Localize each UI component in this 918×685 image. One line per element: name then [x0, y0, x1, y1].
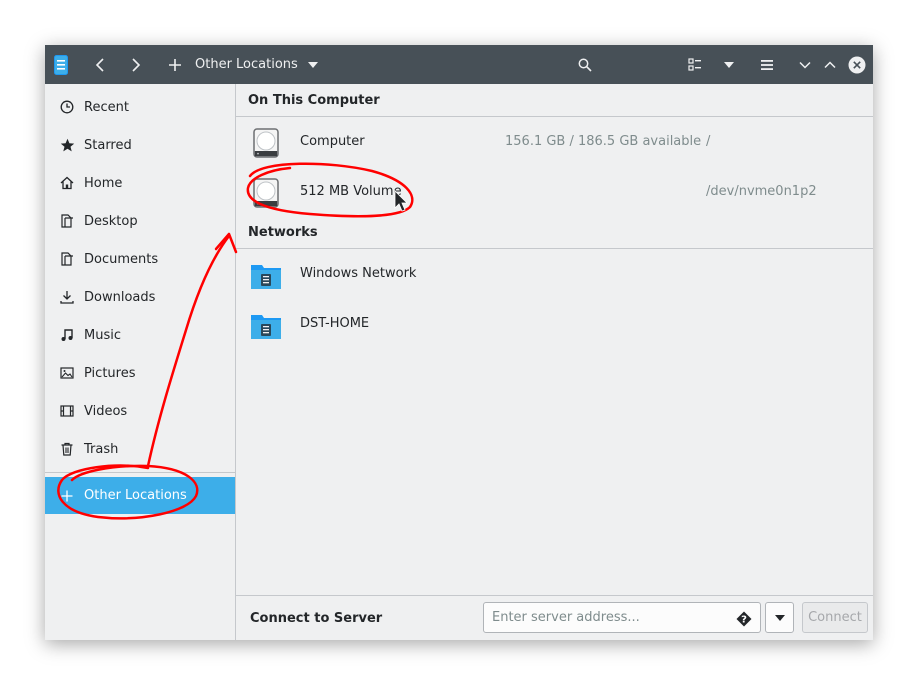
- desktop-icon: [59, 213, 75, 229]
- pictures-icon: [59, 365, 75, 381]
- forward-icon: [132, 57, 141, 72]
- places-sidebar: Recent Starred Home Desktop Documents Do…: [45, 84, 236, 640]
- location-name: 512 MB Volume: [300, 184, 402, 199]
- sidebar-item-label: Starred: [84, 137, 132, 153]
- documents-icon: [59, 251, 75, 267]
- location-path: /dev/nvme0n1p2: [706, 184, 817, 199]
- network-folder-icon: [251, 315, 281, 339]
- videos-icon: [59, 403, 75, 419]
- view-mode-button[interactable]: [682, 45, 708, 84]
- connect-to-server-label: Connect to Server: [250, 611, 383, 626]
- sidebar-item-desktop[interactable]: Desktop: [45, 202, 235, 240]
- server-address-input[interactable]: [483, 602, 761, 633]
- sidebar-item-label: Trash: [84, 441, 119, 457]
- sidebar-item-trash[interactable]: Trash: [45, 430, 235, 468]
- sidebar-item-label: Videos: [84, 403, 128, 419]
- drive-icon: [253, 178, 279, 208]
- sidebar-item-label: Documents: [84, 251, 159, 267]
- maximize-icon: [824, 60, 836, 68]
- sidebar-item-videos[interactable]: Videos: [45, 392, 235, 430]
- sidebar-item-label: Downloads: [84, 289, 156, 305]
- sidebar-item-home[interactable]: Home: [45, 164, 235, 202]
- clock-icon: [59, 99, 75, 115]
- section-heading-on-this-computer: On This Computer: [248, 93, 380, 108]
- sidebar-item-recent[interactable]: Recent: [45, 88, 235, 126]
- maximize-button[interactable]: [820, 45, 840, 84]
- help-icon[interactable]: ?: [736, 611, 752, 627]
- sidebar-divider: [45, 472, 235, 473]
- downloads-icon: [59, 289, 75, 305]
- add-icon: [169, 58, 181, 71]
- location-breadcrumb[interactable]: Other Locations: [195, 45, 298, 84]
- header-bar: Other Locations: [45, 45, 873, 84]
- sidebar-item-label: Pictures: [84, 365, 136, 381]
- location-row-computer[interactable]: Computer 156.1 GB / 186.5 GB available /: [236, 117, 873, 167]
- location-path: /: [706, 134, 711, 149]
- trash-icon: [59, 441, 75, 457]
- section-heading-networks: Networks: [248, 225, 318, 240]
- location-name: Windows Network: [300, 266, 417, 281]
- sidebar-item-starred[interactable]: Starred: [45, 126, 235, 164]
- connect-button[interactable]: Connect: [802, 602, 868, 633]
- view-options-icon: [724, 61, 734, 68]
- sidebar-item-label: Desktop: [84, 213, 138, 229]
- plus-icon: [59, 488, 75, 504]
- forward-button[interactable]: [121, 45, 149, 84]
- sidebar-item-label: Music: [84, 327, 121, 343]
- network-folder-icon: [251, 265, 281, 289]
- sidebar-item-documents[interactable]: Documents: [45, 240, 235, 278]
- sidebar-item-label: Recent: [84, 99, 129, 115]
- minimize-button[interactable]: [795, 45, 815, 84]
- minimize-icon: [799, 61, 811, 69]
- sidebar-item-music[interactable]: Music: [45, 316, 235, 354]
- back-button[interactable]: [87, 45, 115, 84]
- sidebar-item-label: Other Locations: [84, 488, 187, 503]
- back-icon: [95, 57, 104, 72]
- other-locations-view: On This Computer Computer 156.1 GB / 186…: [236, 84, 873, 595]
- menu-icon: [761, 59, 773, 70]
- location-capacity: 156.1 GB / 186.5 GB available: [505, 134, 702, 149]
- location-name: DST-HOME: [300, 316, 370, 331]
- star-icon: [59, 137, 75, 153]
- location-row-512mb-volume[interactable]: 512 MB Volume /dev/nvme0n1p2: [236, 167, 873, 217]
- recent-servers-dropdown-button[interactable]: [765, 602, 794, 633]
- close-button[interactable]: [847, 45, 867, 84]
- sidebar-item-other-locations[interactable]: Other Locations: [45, 477, 235, 514]
- search-icon: [578, 58, 592, 72]
- network-row-dst-home[interactable]: DST-HOME: [236, 299, 873, 349]
- sidebar-item-label: Home: [84, 175, 123, 191]
- view-list-icon: [688, 57, 701, 71]
- dropdown-icon: [308, 61, 318, 68]
- view-options-button[interactable]: [719, 45, 739, 84]
- connect-to-server-bar: Connect to Server ? Connect: [236, 595, 873, 640]
- location-name: Computer: [300, 134, 365, 149]
- sidebar-item-downloads[interactable]: Downloads: [45, 278, 235, 316]
- sidebar-item-pictures[interactable]: Pictures: [45, 354, 235, 392]
- location-dropdown-button[interactable]: [303, 45, 323, 84]
- music-icon: [59, 327, 75, 343]
- file-manager-window: Other Locations Recent Starred Home Desk…: [45, 45, 873, 640]
- chevron-down-icon: [774, 614, 785, 621]
- network-row-windows-network[interactable]: Windows Network: [236, 249, 873, 299]
- drive-icon: [253, 128, 279, 158]
- app-icon: [51, 45, 71, 84]
- search-button[interactable]: [571, 45, 599, 84]
- home-icon: [59, 175, 75, 191]
- close-icon: [848, 56, 866, 73]
- main-menu-button[interactable]: [753, 45, 781, 84]
- add-location-button[interactable]: [162, 45, 188, 84]
- svg-text:?: ?: [741, 615, 747, 626]
